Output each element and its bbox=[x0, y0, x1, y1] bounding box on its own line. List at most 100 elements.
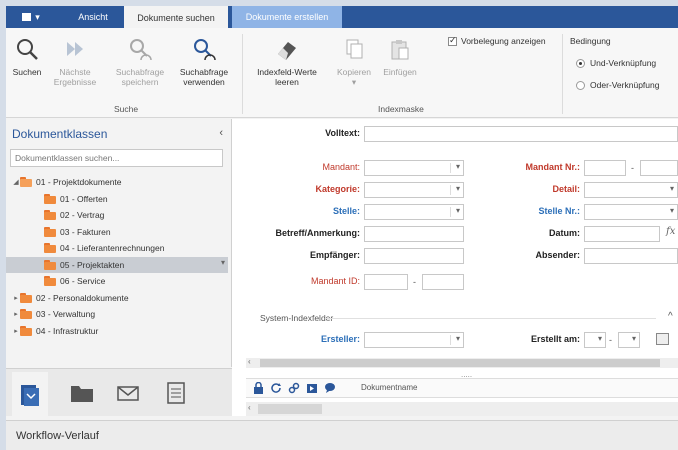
stelle-select[interactable] bbox=[364, 204, 464, 220]
tab-ansicht[interactable]: Ansicht bbox=[68, 6, 118, 28]
tree-node[interactable]: ◢ 01 - Projektdokumente bbox=[6, 174, 228, 191]
vorbelegung-checkbox[interactable]: Vorbelegung anzeigen bbox=[448, 35, 546, 46]
scrollbar-thumb[interactable] bbox=[258, 404, 322, 414]
tree-node-selected[interactable]: 05 - Projektakten bbox=[6, 256, 228, 273]
tree-node[interactable]: ▸ 04 - Infrastruktur bbox=[6, 323, 228, 340]
search-user-icon bbox=[125, 34, 155, 64]
tree-node[interactable]: 04 - Lieferantenrechnungen bbox=[6, 240, 228, 257]
suchabfrage-speichern-button[interactable]: Suchabfrage speichern bbox=[112, 34, 168, 87]
indexfeld-label-1: Indexfeld-Werte bbox=[257, 67, 317, 77]
folder-icon bbox=[44, 259, 56, 270]
function-icon[interactable]: fx bbox=[666, 226, 675, 237]
suchabfrage-verwenden-button[interactable]: Suchabfrage verwenden bbox=[176, 34, 232, 87]
ersteller-label: Ersteller: bbox=[320, 334, 360, 344]
comment-icon[interactable] bbox=[324, 382, 336, 394]
chevron-down-icon: ▾ bbox=[351, 77, 357, 87]
tree-node[interactable]: 01 - Offerten bbox=[6, 191, 228, 208]
tree-node[interactable]: 02 - Vertrag bbox=[6, 207, 228, 224]
folder-icon bbox=[44, 193, 56, 204]
dokumentklassen-search-input[interactable]: Dokumentklassen suchen... bbox=[10, 149, 223, 167]
expand-icon[interactable]: ▸ bbox=[12, 310, 20, 318]
tree-node-label: 06 - Service bbox=[60, 276, 106, 287]
einfuegen-button[interactable]: Einfügen bbox=[382, 34, 418, 77]
tree-node[interactable]: 06 - Service bbox=[6, 273, 228, 290]
list-icon bbox=[167, 382, 185, 404]
tab-dokumente-erstellen[interactable]: Dokumente erstellen bbox=[232, 6, 342, 28]
detail-label: Detail: bbox=[552, 184, 580, 194]
tab-dokumente-suchen[interactable]: Dokumente suchen bbox=[124, 6, 228, 28]
absender-input[interactable] bbox=[584, 248, 678, 264]
expand-icon[interactable]: ▸ bbox=[12, 294, 20, 302]
volltext-label: Volltext: bbox=[325, 128, 360, 138]
naechste-ergebnisse-button[interactable]: Nächste Ergebnisse bbox=[52, 34, 98, 87]
tree-node[interactable]: ▸ 03 - Verwaltung bbox=[6, 306, 228, 323]
folder-icon bbox=[20, 325, 32, 336]
mandant-select[interactable] bbox=[364, 160, 464, 176]
search-user-icon bbox=[189, 34, 219, 64]
betreff-input[interactable] bbox=[364, 226, 464, 242]
scrollbar-thumb[interactable] bbox=[260, 359, 660, 367]
dokumente-nav-button[interactable] bbox=[12, 372, 48, 417]
lock-icon[interactable] bbox=[252, 382, 264, 394]
mandant-nr-to-input[interactable] bbox=[640, 160, 678, 176]
fieldset-collapse-icon[interactable]: ^ bbox=[668, 311, 673, 322]
tree-node-label: 02 - Personaldokumente bbox=[36, 292, 129, 303]
app-menu-icon bbox=[22, 13, 32, 21]
dokumentklassen-tree: ◢ 01 - Projektdokumente 01 - Offerten 02… bbox=[6, 174, 228, 339]
tree-node[interactable]: 03 - Fakturen bbox=[6, 224, 228, 241]
calendar-icon[interactable] bbox=[656, 333, 669, 345]
suchen-label: Suchen bbox=[12, 67, 42, 77]
workflow-verlauf-panel[interactable]: Workflow-Verlauf bbox=[6, 420, 678, 450]
scroll-left-icon[interactable]: ‹ bbox=[248, 403, 251, 412]
ribbon-tab-bar: ▾ Ansicht Dokumente suchen Dokumente ers… bbox=[6, 6, 678, 28]
empfaenger-label: Empfänger: bbox=[309, 250, 360, 260]
system-indexfelder-label: System-Indexfelder bbox=[260, 313, 334, 323]
folder-arrow-icon[interactable] bbox=[306, 382, 318, 394]
range-dash: - bbox=[413, 277, 416, 287]
expand-icon[interactable]: ◢ bbox=[12, 178, 20, 186]
mail-nav-button[interactable] bbox=[110, 377, 146, 409]
indexfeld-label-2: leeren bbox=[275, 77, 299, 87]
erstellt-am-from-select[interactable] bbox=[584, 332, 606, 348]
app-menu-button[interactable]: ▾ bbox=[6, 6, 56, 28]
erstellt-am-to-select[interactable] bbox=[618, 332, 640, 348]
detail-select[interactable] bbox=[584, 182, 678, 198]
speichern-label-1: Suchabfrage bbox=[115, 67, 165, 77]
suchen-button[interactable]: Suchen bbox=[10, 34, 44, 77]
tree-node[interactable]: ▸ 02 - Personaldokumente bbox=[6, 290, 228, 307]
kopieren-button[interactable]: Kopieren ▾ bbox=[334, 34, 374, 87]
oder-verknuepfung-radio[interactable]: Oder-Verknüpfung bbox=[576, 80, 659, 90]
ordner-nav-button[interactable] bbox=[64, 377, 100, 409]
form-horizontal-scrollbar[interactable]: ‹ bbox=[246, 357, 678, 368]
refresh-icon[interactable] bbox=[270, 382, 282, 394]
column-header-dokumentname[interactable]: Dokumentname bbox=[361, 383, 417, 392]
scroll-left-icon[interactable]: ‹ bbox=[248, 357, 251, 366]
fieldset-divider bbox=[326, 318, 656, 319]
tree-node-label: 03 - Fakturen bbox=[60, 226, 111, 237]
magnifier-icon bbox=[12, 34, 42, 64]
results-horizontal-scrollbar[interactable]: ‹ bbox=[246, 402, 678, 416]
eraser-icon bbox=[272, 34, 302, 64]
link-icon[interactable] bbox=[288, 382, 300, 394]
mandant-id-to-input[interactable] bbox=[422, 274, 464, 290]
volltext-input[interactable] bbox=[364, 126, 678, 142]
indexfeld-leeren-button[interactable]: Indexfeld-Werte leeren bbox=[252, 34, 322, 87]
mandant-id-from-input[interactable] bbox=[364, 274, 408, 290]
collapse-pane-icon[interactable]: ‹ bbox=[219, 127, 223, 139]
folder-icon bbox=[20, 177, 32, 188]
document-folder-icon bbox=[21, 384, 39, 406]
group-label-suche: Suche bbox=[114, 104, 139, 114]
mandant-nr-from-input[interactable] bbox=[584, 160, 626, 176]
und-verknuepfung-radio[interactable]: Und-Verknüpfung bbox=[576, 58, 656, 68]
datum-input[interactable] bbox=[584, 226, 660, 242]
ersteller-select[interactable] bbox=[364, 332, 464, 348]
empfaenger-input[interactable] bbox=[364, 248, 464, 264]
tree-node-label: 04 - Infrastruktur bbox=[36, 325, 99, 336]
expand-icon[interactable]: ▸ bbox=[12, 327, 20, 335]
stelle-nr-select[interactable] bbox=[584, 204, 678, 220]
mail-icon bbox=[117, 386, 139, 401]
checkbox-icon bbox=[448, 35, 457, 46]
liste-nav-button[interactable] bbox=[158, 377, 194, 409]
mandant-nr-label: Mandant Nr.: bbox=[525, 162, 580, 172]
kategorie-select[interactable] bbox=[364, 182, 464, 198]
